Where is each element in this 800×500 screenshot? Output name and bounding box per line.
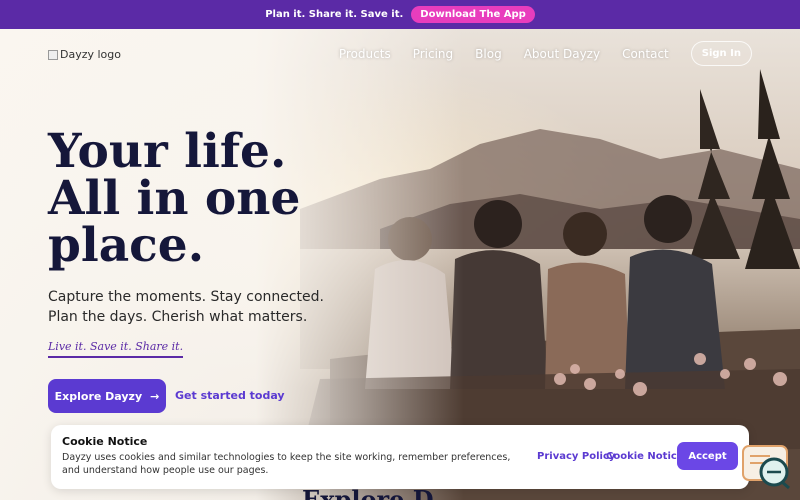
get-started-link[interactable]: Get started today xyxy=(175,389,285,402)
explore-dayzy-button[interactable]: Explore Dayzy → xyxy=(48,379,166,413)
cookie-notice-banner: Cookie Notice Dayzy uses cookies and sim… xyxy=(51,425,749,489)
chat-support-icon[interactable] xyxy=(740,444,792,490)
promo-text: Plan it. Share it. Save it. xyxy=(265,9,404,20)
nav-link-products[interactable]: Products xyxy=(339,47,391,61)
dayzy-logo[interactable]: Dayzy logo xyxy=(48,48,121,61)
section-heading-peek: Explore D xyxy=(302,485,434,500)
headline-line: Your life. xyxy=(48,124,287,179)
nav-link-pricing[interactable]: Pricing xyxy=(413,47,453,61)
nav-links: Products Pricing Blog About Dayzy Contac… xyxy=(339,41,752,66)
hero-tagline: Live it. Save it. Share it. xyxy=(48,340,184,358)
promo-banner: Plan it. Share it. Save it. Download The… xyxy=(0,0,800,29)
headline-line: All in one xyxy=(48,171,301,226)
nav-link-blog[interactable]: Blog xyxy=(475,47,502,61)
arrow-right-icon: → xyxy=(150,389,160,403)
nav-link-contact[interactable]: Contact xyxy=(622,47,669,61)
headline-line: place. xyxy=(48,218,205,273)
hero-headline: Your life. All in one place. xyxy=(48,128,388,269)
broken-image-icon xyxy=(48,49,58,60)
cookie-notice-body: Dayzy uses cookies and similar technolog… xyxy=(62,452,511,476)
cookie-notice-link[interactable]: Cookie Notice xyxy=(606,451,684,462)
subhead-line: Capture the moments. Stay connected. xyxy=(48,289,325,305)
logo-alt-text: Dayzy logo xyxy=(60,48,121,61)
hero-subheading: Capture the moments. Stay connected. Pla… xyxy=(48,287,368,327)
explore-label: Explore Dayzy xyxy=(54,389,143,403)
accept-cookies-button[interactable]: Accept xyxy=(677,442,738,470)
sign-in-button[interactable]: Sign In xyxy=(690,41,752,66)
main-navbar: Dayzy logo Products Pricing Blog About D… xyxy=(0,29,800,81)
nav-link-about[interactable]: About Dayzy xyxy=(524,47,600,61)
subhead-line: Plan the days. Cherish what matters. xyxy=(48,309,308,325)
cookie-notice-title: Cookie Notice xyxy=(62,435,148,448)
download-app-button[interactable]: Download The App xyxy=(411,6,535,23)
privacy-policy-link[interactable]: Privacy Policy xyxy=(537,451,615,462)
